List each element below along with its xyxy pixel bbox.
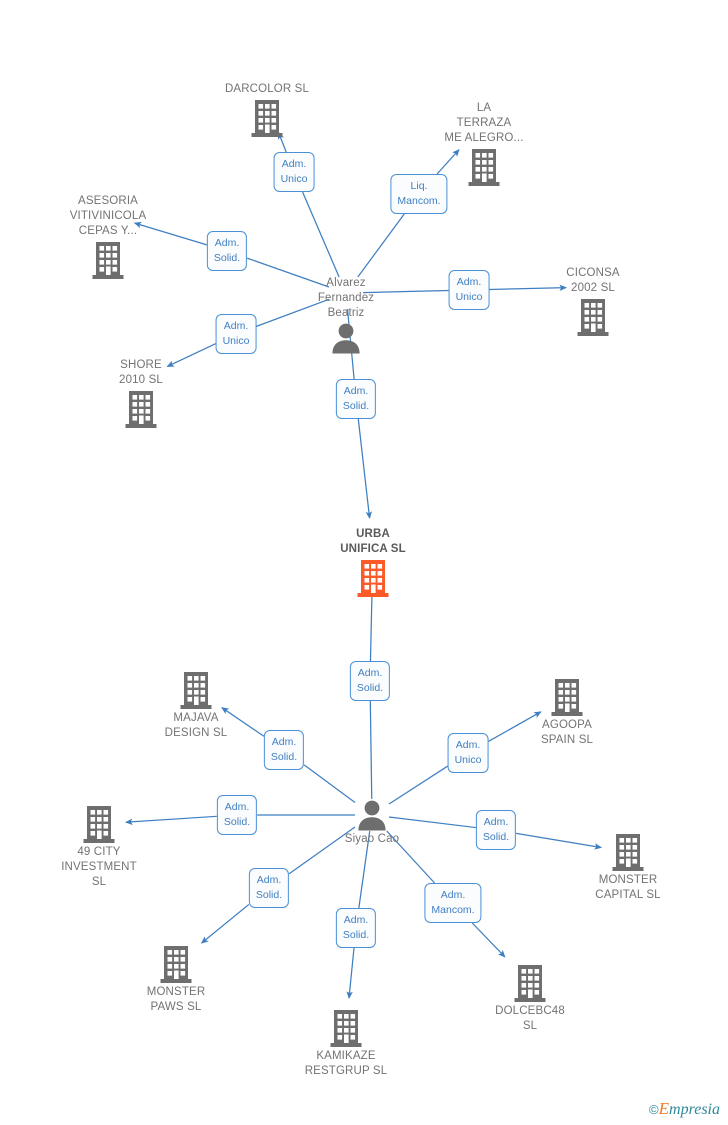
node-label-kamikaze: KAMIKAZE RESTGRUP SL [304, 1050, 388, 1077]
building-icon [528, 297, 658, 337]
person-icon [281, 322, 411, 354]
building-icon [43, 240, 173, 280]
edge-label-siyao-to-monsterpaws[interactable]: Adm. Solid. [248, 868, 290, 908]
edge-label-beatriz-to-ciconsa[interactable]: Adm. Unico [448, 270, 490, 310]
node-label-dolcebc48: DOLCEBC48 SL [495, 1005, 565, 1032]
edge-segment-beatriz-to-label [302, 191, 340, 278]
edge-label-siyao-to-urba[interactable]: Adm. Solid. [349, 661, 391, 701]
node-majava[interactable]: MAJAVA DESIGN SL [131, 670, 261, 741]
building-icon [465, 963, 595, 1003]
node-label-asesoria: ASESORIA VITIVINICOLA CEPAS Y... [69, 195, 147, 237]
edge-segment-beatriz-to-label [357, 213, 405, 278]
edge-label-beatriz-to-shore[interactable]: Adm. Unico [215, 314, 257, 354]
edge-segment-label-to-urba [357, 418, 373, 520]
node-ciconsa[interactable]: CICONSA 2002 SL [528, 266, 658, 337]
node-shore[interactable]: SHORE 2010 SL [76, 358, 206, 429]
edge-label-siyao-to-agoopa[interactable]: Adm. Unico [447, 733, 489, 773]
node-label-beatriz: Alvarez Fernandez Beatriz [317, 277, 375, 319]
network-diagram-canvas: DARCOLOR SL LA TERRAZA ME ALEGRO... ASESOR… [0, 0, 728, 1125]
copyright-symbol: © [649, 1102, 659, 1117]
building-icon [76, 389, 206, 429]
building-icon [502, 677, 632, 717]
node-urba[interactable]: URBA UNIFICA SL [308, 527, 438, 598]
building-icon [202, 98, 332, 138]
node-siyao[interactable]: Siyao Cao [307, 799, 437, 847]
node-city49[interactable]: 49 CITY INVESTMENT SL [34, 804, 164, 890]
edge-label-siyao-to-majava[interactable]: Adm. Solid. [263, 730, 305, 770]
node-label-darcolor: DARCOLOR SL [224, 83, 310, 95]
empresia-watermark: ©Empresia [649, 1100, 720, 1119]
node-beatriz[interactable]: Alvarez Fernandez Beatriz [281, 276, 411, 354]
edge-label-siyao-to-city49[interactable]: Adm. Solid. [216, 795, 258, 835]
edge-label-beatriz-to-laterraza[interactable]: Liq. Mancom. [390, 174, 448, 214]
edge-segment-label-to-monsterpaws [200, 903, 250, 944]
edge-label-siyao-to-monstercap[interactable]: Adm. Solid. [475, 810, 517, 850]
brand-name: mpresia [669, 1101, 720, 1118]
building-icon [281, 1008, 411, 1048]
node-label-siyao: Siyao Cao [344, 833, 400, 845]
node-dolcebc48[interactable]: DOLCEBC48 SL [465, 963, 595, 1034]
building-icon [308, 558, 438, 598]
node-kamikaze[interactable]: KAMIKAZE RESTGRUP SL [281, 1008, 411, 1079]
node-label-agoopa: AGOOPA SPAIN SL [540, 719, 594, 746]
person-icon [307, 799, 437, 831]
node-agoopa[interactable]: AGOOPA SPAIN SL [502, 677, 632, 748]
node-label-majava: MAJAVA DESIGN SL [164, 712, 228, 739]
edge-segment-label-to-kamikaze [346, 947, 355, 1000]
node-label-monsterpaws: MONSTER PAWS SL [146, 986, 206, 1013]
edge-label-siyao-to-dolcebc48[interactable]: Adm. Mancom. [424, 883, 482, 923]
node-asesoria[interactable]: ASESORIA VITIVINICOLA CEPAS Y... [43, 194, 173, 280]
building-icon [34, 804, 164, 844]
node-label-ciconsa: CICONSA 2002 SL [566, 267, 620, 294]
edge-label-beatriz-to-darcolor[interactable]: Adm. Unico [273, 152, 315, 192]
building-icon [563, 832, 693, 872]
node-darcolor[interactable]: DARCOLOR SL [202, 82, 332, 138]
node-label-monstercap: MONSTER CAPITAL SL [595, 874, 661, 901]
building-icon [131, 670, 261, 710]
node-label-shore: SHORE 2010 SL [119, 359, 163, 386]
edge-label-beatriz-to-urba[interactable]: Adm. Solid. [335, 379, 377, 419]
edge-label-siyao-to-kamikaze[interactable]: Adm. Solid. [335, 908, 377, 948]
building-icon [111, 944, 241, 984]
node-label-city49: 49 CITY INVESTMENT SL [61, 846, 137, 888]
node-label-laterraza: LA TERRAZA ME ALEGRO... [444, 102, 524, 144]
node-monstercap[interactable]: MONSTER CAPITAL SL [563, 832, 693, 903]
edge-segment-siyao-to-label [303, 764, 356, 803]
brand-initial: E [658, 1099, 670, 1118]
edge-segment-label-to-dolcebc48 [471, 922, 506, 958]
edge-label-beatriz-to-asesoria[interactable]: Adm. Solid. [206, 231, 248, 271]
node-monsterpaws[interactable]: MONSTER PAWS SL [111, 944, 241, 1015]
edge-segment-siyao-to-label [369, 700, 373, 800]
node-label-urba: URBA UNIFICA SL [340, 528, 406, 555]
